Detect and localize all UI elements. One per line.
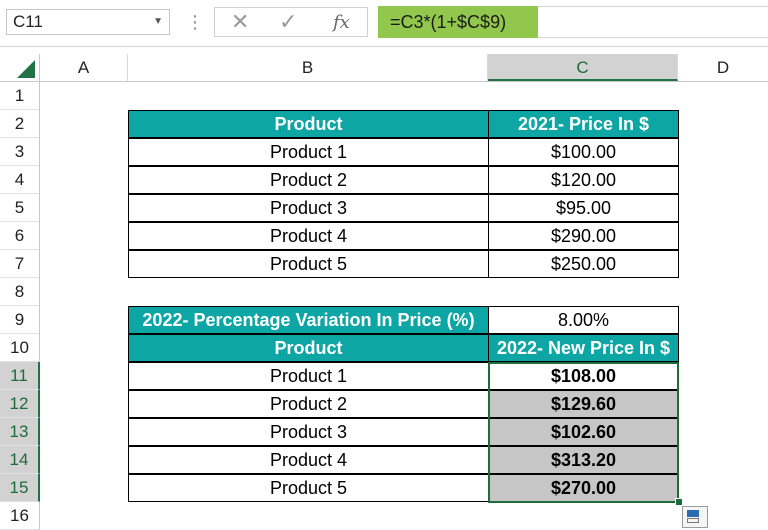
cancel-icon[interactable]: ✕	[231, 10, 249, 34]
insert-function-icon[interactable]: fx	[333, 11, 350, 35]
fill-handle[interactable]	[675, 498, 683, 506]
table2-cell-new-price[interactable]: $313.20	[488, 446, 679, 474]
table2-cell-new-price[interactable]: $129.60	[488, 390, 679, 418]
column-header-d[interactable]: D	[678, 54, 768, 81]
table2-cell-product[interactable]: Product 4	[128, 446, 489, 474]
variation-label[interactable]: 2022- Percentage Variation In Price (%)	[128, 306, 489, 334]
chevron-down-icon[interactable]: ▼	[153, 10, 163, 34]
table1-cell-product[interactable]: Product 1	[128, 138, 489, 166]
column-header-bar: A B C D	[40, 54, 768, 82]
table1-cell-price[interactable]: $95.00	[488, 194, 679, 222]
row-header[interactable]: 15	[0, 474, 40, 502]
column-header-c[interactable]: C	[488, 54, 678, 81]
table1-cell-price[interactable]: $120.00	[488, 166, 679, 194]
table1-cell-product[interactable]: Product 5	[128, 250, 489, 278]
table2-cell-new-price[interactable]: $108.00	[488, 362, 679, 390]
name-box[interactable]: C11 ▼	[6, 9, 170, 35]
more-options-icon[interactable]: ⋮	[186, 10, 204, 34]
row-header[interactable]: 4	[0, 166, 40, 194]
row-header[interactable]: 3	[0, 138, 40, 166]
row-header[interactable]: 13	[0, 418, 40, 446]
column-header-b[interactable]: B	[128, 54, 488, 81]
table2-cell-product[interactable]: Product 5	[128, 474, 489, 502]
table1-header-price[interactable]: 2021- Price In $	[488, 110, 679, 138]
row-header[interactable]: 1	[0, 82, 40, 110]
select-all-icon	[17, 60, 35, 78]
table2-cell-new-price[interactable]: $270.00	[488, 474, 679, 502]
quick-analysis-icon[interactable]	[682, 506, 708, 528]
column-header-a[interactable]: A	[40, 54, 128, 81]
row-header[interactable]: 6	[0, 222, 40, 250]
variation-value[interactable]: 8.00%	[488, 306, 679, 334]
table1-cell-product[interactable]: Product 3	[128, 194, 489, 222]
row-header[interactable]: 14	[0, 446, 40, 474]
table2-cell-product[interactable]: Product 2	[128, 390, 489, 418]
row-header[interactable]: 12	[0, 390, 40, 418]
table1-cell-price[interactable]: $290.00	[488, 222, 679, 250]
row-header[interactable]: 9	[0, 306, 40, 334]
table1-cell-product[interactable]: Product 2	[128, 166, 489, 194]
name-box-value: C11	[13, 12, 43, 31]
table1-cell-price[interactable]: $100.00	[488, 138, 679, 166]
table1-header-product[interactable]: Product	[128, 110, 489, 138]
row-header[interactable]: 2	[0, 110, 40, 138]
formula-bar: C11 ▼ ⋮ ✕ ✓ fx =C3*(1+$C$9)	[0, 0, 768, 47]
formula-buttons: ✕ ✓ fx	[214, 7, 368, 37]
formula-input[interactable]: =C3*(1+$C$9)	[378, 6, 538, 38]
row-header[interactable]: 5	[0, 194, 40, 222]
table2-cell-product[interactable]: Product 3	[128, 418, 489, 446]
table1-cell-price[interactable]: $250.00	[488, 250, 679, 278]
table1-cell-product[interactable]: Product 4	[128, 222, 489, 250]
row-header[interactable]: 8	[0, 278, 40, 306]
table2-header-new-price[interactable]: 2022- New Price In $	[488, 334, 679, 362]
enter-icon[interactable]: ✓	[279, 10, 297, 34]
table2-cell-new-price[interactable]: $102.60	[488, 418, 679, 446]
formula-input-extension[interactable]	[538, 6, 768, 38]
row-header[interactable]: 7	[0, 250, 40, 278]
row-header[interactable]: 10	[0, 334, 40, 362]
row-header[interactable]: 16	[0, 502, 40, 530]
table2-cell-product[interactable]: Product 1	[128, 362, 489, 390]
row-header[interactable]: 11	[0, 362, 40, 390]
select-all-corner[interactable]	[0, 54, 40, 82]
table2-header-product[interactable]: Product	[128, 334, 489, 362]
